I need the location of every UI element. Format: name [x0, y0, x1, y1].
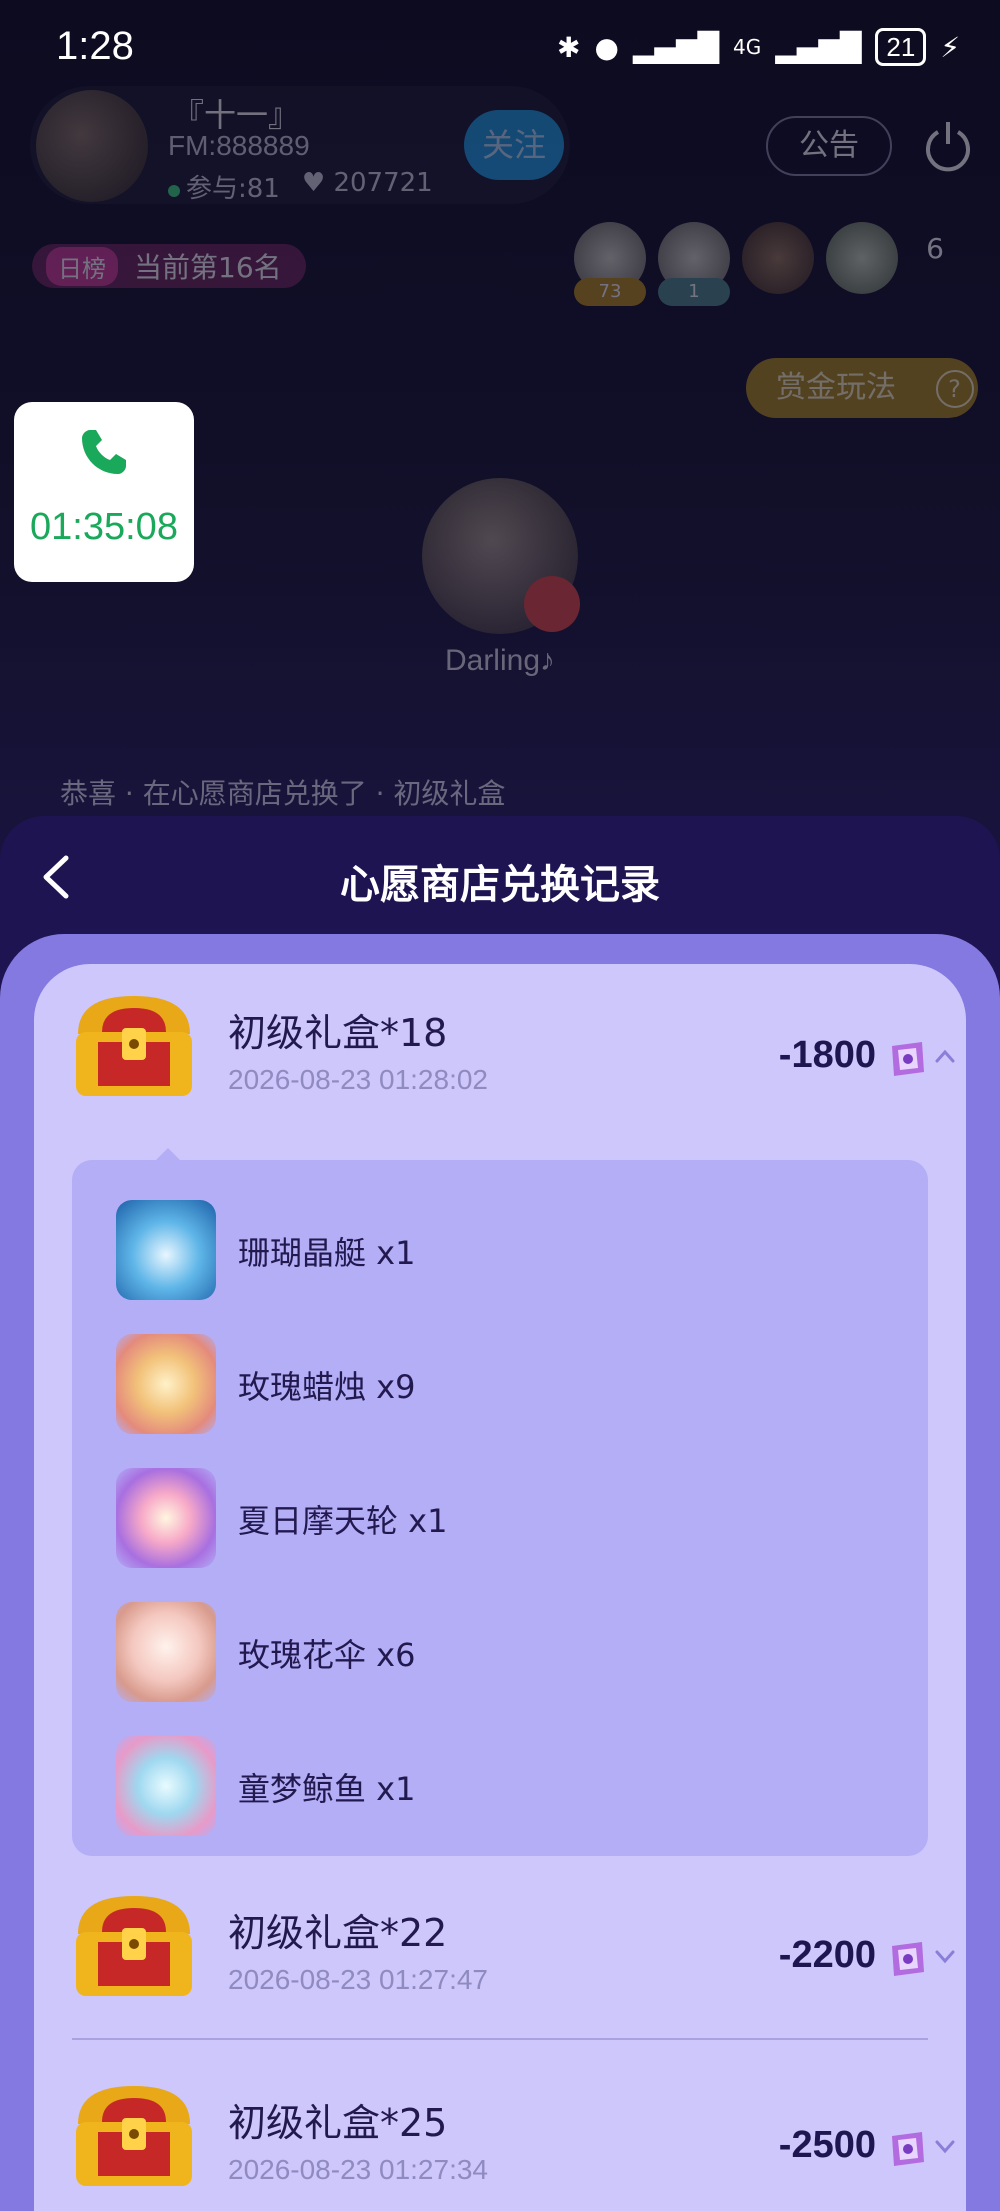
record-title: 初级礼盒*18 — [228, 1011, 448, 1055]
bluetooth-icon: ✱ — [556, 30, 581, 64]
sheet-body: 初级礼盒*18 2026-08-23 01:28:02 -1800 珊瑚晶艇 x… — [0, 934, 1000, 2211]
record-amount: -2500 — [778, 2124, 876, 2166]
wish-coin-icon — [892, 1942, 924, 1976]
gift-item: 珊瑚晶艇 x1 — [72, 1184, 928, 1318]
likes-stat: ♥ 207721 — [302, 168, 433, 205]
fan-avatar[interactable]: 73 — [574, 222, 646, 306]
gift-name: 夏日摩天轮 x1 — [238, 1502, 448, 1540]
notice-button[interactable]: 公告 — [766, 116, 892, 176]
host-fm-id: FM:888889 — [168, 130, 310, 161]
gift-image-coral-yacht — [116, 1200, 216, 1300]
record-row[interactable]: 初级礼盒*22 2026-08-23 01:27:47 -2200 — [34, 1864, 966, 2024]
record-date: 2026-08-23 01:27:34 — [228, 2154, 488, 2185]
record-amount: -2200 — [778, 1934, 876, 1976]
treasure-chest-icon — [76, 1896, 192, 1996]
rank-tag: 日榜 — [46, 246, 118, 286]
record-amount: -1800 — [778, 1034, 876, 1076]
sheet-title: 心愿商店兑换记录 — [340, 862, 660, 908]
wish-coin-icon — [892, 1042, 924, 1076]
gift-name: 玫瑰蜡烛 x9 — [238, 1368, 416, 1406]
power-icon[interactable] — [920, 118, 976, 174]
gift-item: 夏日摩天轮 x1 — [72, 1452, 928, 1586]
audience-count[interactable]: 6 — [900, 232, 970, 265]
participants-count: 参与:81 — [186, 174, 280, 204]
mic-muted-icon — [524, 576, 580, 632]
participants-stat: 参与:81 — [168, 168, 280, 205]
wish-coin-icon — [892, 2132, 924, 2166]
signal-icon-2: ▂▄▆█ — [775, 30, 862, 64]
heart-icon: ♥ — [301, 168, 326, 198]
charging-icon: ⚡ — [940, 30, 960, 64]
signal-icon: ▂▄▆█ — [632, 30, 720, 64]
gift-image-rose-umbrella — [116, 1602, 216, 1702]
bounty-label: 赏金玩法 — [776, 370, 896, 405]
gift-name: 玫瑰花伞 x6 — [238, 1636, 416, 1674]
fan-avatar[interactable] — [742, 222, 814, 294]
online-dot-icon — [168, 185, 180, 197]
record-detail-panel: 珊瑚晶艇 x1 玫瑰蜡烛 x9 夏日摩天轮 x1 玫瑰花伞 x6 童梦鲸鱼 x1 — [72, 1160, 928, 1856]
gift-image-ferris-wheel — [116, 1468, 216, 1568]
chevron-up-icon[interactable] — [934, 1048, 956, 1064]
treasure-chest-icon — [76, 2086, 192, 2186]
gift-image-dream-whale — [116, 1736, 216, 1836]
bounty-play-button[interactable]: 赏金玩法 ? — [746, 358, 978, 418]
marquee-message: 恭喜 · 在心愿商店兑换了 · 初级礼盒 — [60, 777, 506, 810]
exchange-record-sheet: 心愿商店兑换记录 初级礼盒*18 2026-08-23 01:28:02 -18… — [0, 816, 1000, 2211]
fan-avatar[interactable] — [826, 222, 898, 294]
gift-name: 珊瑚晶艇 x1 — [238, 1234, 416, 1272]
fan-avatar[interactable]: 1 — [658, 222, 730, 306]
phone-icon — [82, 430, 126, 474]
record-row[interactable]: 初级礼盒*18 2026-08-23 01:28:02 -1800 — [34, 964, 966, 1124]
status-bar: 1:28 ✱ ● ▂▄▆█ 4G ▂▄▆█ 21 ⚡ — [0, 0, 1000, 100]
record-date: 2026-08-23 01:28:02 — [228, 1064, 488, 1095]
rank-text: 当前第16名 — [134, 251, 282, 284]
call-floating-widget[interactable]: 01:35:08 — [14, 402, 194, 582]
mic-seat-name: Darling♪ — [444, 644, 556, 677]
battery-indicator: 21 — [875, 28, 927, 66]
status-icons: ✱ ● ▂▄▆█ 4G ▂▄▆█ 21 ⚡ — [557, 28, 960, 66]
records-card: 初级礼盒*18 2026-08-23 01:28:02 -1800 珊瑚晶艇 x… — [34, 964, 966, 2211]
follow-button[interactable]: 关注 — [464, 110, 564, 180]
gift-name: 童梦鲸鱼 x1 — [238, 1770, 416, 1808]
chevron-down-icon[interactable] — [934, 1948, 956, 1964]
treasure-chest-icon — [76, 996, 192, 1096]
gift-item: 玫瑰蜡烛 x9 — [72, 1318, 928, 1452]
gift-item: 玫瑰花伞 x6 — [72, 1586, 928, 1720]
daily-rank-badge[interactable]: 日榜 当前第16名 — [32, 244, 306, 288]
top-fans: 73 1 — [574, 222, 898, 306]
record-row[interactable]: 初级礼盒*25 2026-08-23 01:27:34 -2500 — [34, 2054, 966, 2211]
microphone-icon: ● — [594, 30, 619, 64]
help-icon[interactable]: ? — [935, 370, 974, 408]
likes-count: 207721 — [333, 168, 433, 198]
chevron-down-icon[interactable] — [934, 2138, 956, 2154]
gift-image-rose-candle — [116, 1334, 216, 1434]
fan-score: 73 — [574, 278, 646, 306]
status-time: 1:28 — [56, 24, 134, 68]
gift-item: 童梦鲸鱼 x1 — [72, 1720, 928, 1854]
host-stats: 参与:81 ♥ 207721 — [168, 168, 433, 205]
record-title: 初级礼盒*25 — [228, 2101, 448, 2145]
record-date: 2026-08-23 01:27:47 — [228, 1964, 488, 1995]
sheet-header: 心愿商店兑换记录 — [0, 816, 1000, 936]
record-divider — [72, 2038, 928, 2040]
call-duration: 01:35:08 — [30, 506, 178, 548]
host-avatar[interactable] — [36, 90, 148, 202]
network-label: 4G — [733, 35, 762, 59]
fan-score: 1 — [658, 278, 730, 306]
record-title: 初级礼盒*22 — [228, 1911, 448, 1955]
